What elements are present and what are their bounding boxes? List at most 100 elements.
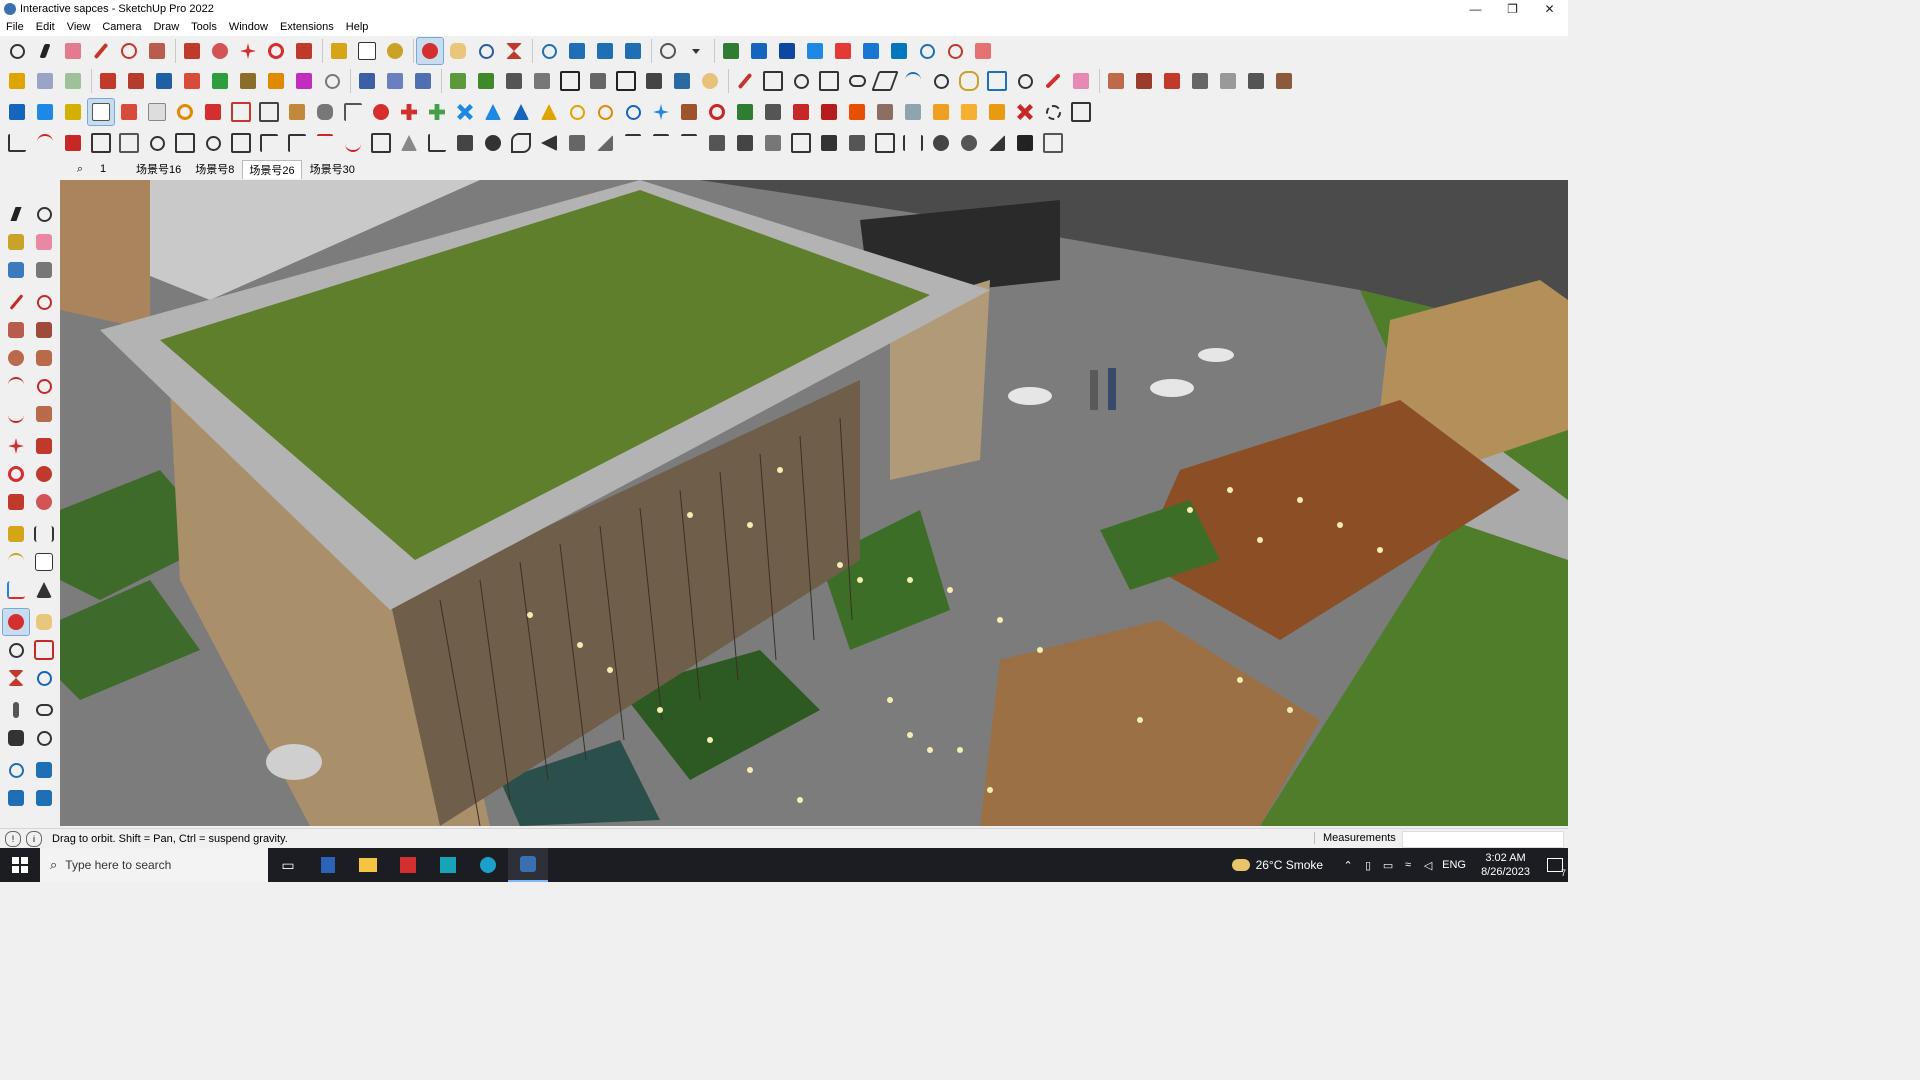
walk-button[interactable] xyxy=(3,725,29,751)
tool-3-36[interactable] xyxy=(984,99,1010,125)
dimension-button[interactable] xyxy=(31,521,57,547)
extension-warehouse-button[interactable] xyxy=(564,38,590,64)
tool-3-16[interactable] xyxy=(424,99,450,125)
tape-measure-button[interactable] xyxy=(326,38,352,64)
material-button-7[interactable] xyxy=(1271,68,1297,94)
shape-parallelogram-button[interactable] xyxy=(871,68,899,94)
tool-4-35[interactable] xyxy=(956,130,982,156)
file-explorer-app[interactable] xyxy=(348,848,388,882)
weather-widget[interactable]: 26°C Smoke xyxy=(1231,858,1323,872)
solid-union-button[interactable] xyxy=(95,68,121,94)
tool-4-8[interactable] xyxy=(200,130,226,156)
tool-3-38[interactable] xyxy=(1040,99,1066,125)
calculator-app[interactable] xyxy=(308,848,348,882)
plugin-button-2[interactable] xyxy=(746,38,772,64)
tool-3-26[interactable] xyxy=(704,99,730,125)
tool-3-21[interactable] xyxy=(564,99,590,125)
tool-4-32[interactable] xyxy=(872,130,898,156)
tool-3-35[interactable] xyxy=(956,99,982,125)
tool-3-28[interactable] xyxy=(760,99,786,125)
offset-button[interactable] xyxy=(31,489,57,515)
look-around-button[interactable] xyxy=(31,697,57,723)
make-component-button[interactable] xyxy=(31,201,57,227)
tool-3-9[interactable] xyxy=(228,99,254,125)
plugin-pen-button[interactable] xyxy=(1040,68,1066,94)
3d-text-button[interactable] xyxy=(31,577,57,603)
volume-muted-icon[interactable]: ◁ xyxy=(1419,859,1437,872)
tool-3-12[interactable] xyxy=(312,99,338,125)
material-button-5[interactable] xyxy=(1215,68,1241,94)
follow-me-tool-button[interactable] xyxy=(31,461,57,487)
tool-3-10[interactable] xyxy=(256,99,282,125)
move-button[interactable] xyxy=(3,433,29,459)
tool-3-29[interactable] xyxy=(788,99,814,125)
shape-ellipse-button[interactable] xyxy=(844,68,870,94)
info-icon[interactable]: i xyxy=(26,831,42,847)
scene-tab-30[interactable]: 场景号30 xyxy=(304,160,361,178)
section-plane-button[interactable] xyxy=(354,68,380,94)
tool-4-9[interactable] xyxy=(228,130,254,156)
warehouse-left-button[interactable] xyxy=(3,757,29,783)
plugin-eraser-button[interactable] xyxy=(1068,68,1094,94)
tool-4-16[interactable] xyxy=(424,130,450,156)
minimize-button[interactable]: — xyxy=(1457,0,1494,18)
shadow-toggle-button[interactable] xyxy=(697,68,723,94)
scale-button[interactable] xyxy=(3,489,29,515)
tag-button[interactable] xyxy=(3,257,29,283)
line-tool-button[interactable] xyxy=(88,38,114,64)
tool-4-17[interactable] xyxy=(452,130,478,156)
arc-button[interactable] xyxy=(3,373,29,399)
wifi-icon[interactable]: ≈ xyxy=(1399,859,1417,871)
tool-4-1[interactable] xyxy=(4,130,30,156)
tape-measure-tool-button[interactable] xyxy=(3,521,29,547)
view-front-button[interactable] xyxy=(557,68,583,94)
tool-4-30[interactable] xyxy=(816,130,842,156)
plugin-button-4[interactable] xyxy=(802,38,828,64)
tool-3-17[interactable] xyxy=(452,99,478,125)
section-cut-button[interactable] xyxy=(410,68,436,94)
tool-4-25[interactable] xyxy=(676,130,702,156)
account-button[interactable] xyxy=(655,38,681,64)
eraser-button[interactable] xyxy=(31,229,57,255)
paint-button[interactable] xyxy=(3,229,29,255)
tool-3-2[interactable] xyxy=(32,99,58,125)
tool-4-20[interactable] xyxy=(536,130,562,156)
sandbox-from-scratch-button[interactable] xyxy=(473,68,499,94)
task-view-button[interactable]: ▭ xyxy=(268,848,308,882)
material-button-3[interactable] xyxy=(1159,68,1185,94)
orbit-tool-button[interactable] xyxy=(416,37,444,65)
tool-3-32[interactable] xyxy=(872,99,898,125)
zoom-tool-button[interactable] xyxy=(4,38,30,64)
tool-3-18[interactable] xyxy=(480,99,506,125)
plugin-button-7[interactable] xyxy=(886,38,912,64)
tool-4-21[interactable] xyxy=(564,130,590,156)
eraser-tool-button[interactable] xyxy=(60,38,86,64)
solid-outer-shell-button[interactable] xyxy=(235,68,261,94)
tool-3-5[interactable] xyxy=(116,99,142,125)
tool-3-37[interactable] xyxy=(1012,99,1038,125)
close-button[interactable]: ✕ xyxy=(1531,0,1568,18)
zoom-button[interactable] xyxy=(473,38,499,64)
shape-curve-button[interactable] xyxy=(900,68,926,94)
material-button-1[interactable] xyxy=(1103,68,1129,94)
zoom-extents-tool-button[interactable] xyxy=(3,665,29,691)
layout-left-button[interactable] xyxy=(3,785,29,811)
tool-4-6[interactable] xyxy=(144,130,170,156)
account-dropdown-button[interactable] xyxy=(683,38,709,64)
solid-f-button[interactable] xyxy=(291,68,317,94)
rectangle-tool-button[interactable] xyxy=(144,38,170,64)
pan-button[interactable] xyxy=(31,609,57,635)
sketchup-app[interactable] xyxy=(508,848,548,882)
acrobat-app[interactable] xyxy=(388,848,428,882)
tool-4-11[interactable] xyxy=(284,130,310,156)
shape-lasso-button[interactable] xyxy=(956,68,982,94)
tool-3-20[interactable] xyxy=(536,99,562,125)
scene-tab-26[interactable]: 场景号26 xyxy=(242,159,302,179)
tool-4-33[interactable] xyxy=(900,130,926,156)
axes-button[interactable] xyxy=(3,577,29,603)
section-display-button[interactable] xyxy=(382,68,408,94)
round-corner-button[interactable] xyxy=(319,68,345,94)
edge-app[interactable] xyxy=(468,848,508,882)
select-tool-button[interactable] xyxy=(32,38,58,64)
tool-3-15[interactable] xyxy=(396,99,422,125)
